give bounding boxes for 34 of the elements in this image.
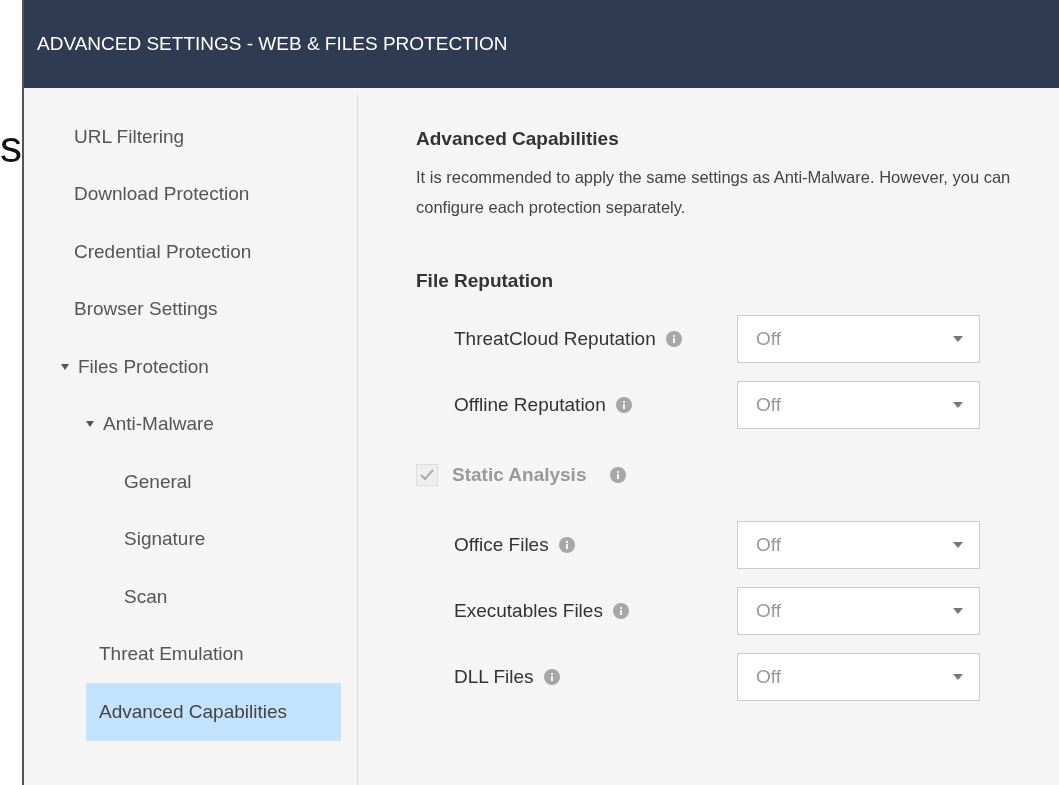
field-label: ThreatCloud Reputation: [454, 328, 656, 350]
sidebar-item[interactable]: Threat Emulation: [86, 625, 341, 683]
sidebar-item[interactable]: Scan: [111, 568, 341, 626]
window-title: ADVANCED SETTINGS - WEB & FILES PROTECTION: [37, 33, 508, 55]
sidebar-item[interactable]: Browser Settings: [61, 280, 341, 338]
info-icon: [665, 331, 682, 347]
caret-icon: [953, 402, 963, 408]
field-label: Executables Files: [454, 600, 603, 622]
info-icon: [610, 467, 627, 483]
caret-icon: [953, 674, 963, 680]
section-title: Advanced Capabilities: [416, 128, 620, 150]
checkbox-label: Static Analysis: [452, 464, 587, 486]
sidebar-item[interactable]: Signature: [111, 510, 341, 568]
sidebar-item[interactable]: General: [111, 453, 341, 511]
field-label: DLL Files: [454, 666, 534, 688]
info-icon: [543, 669, 560, 685]
background-text: s: [0, 122, 22, 172]
field-label: Office Files: [454, 534, 549, 556]
field-label: Offline Reputation: [454, 394, 606, 416]
sidebar-item[interactable]: Download Protection: [61, 165, 341, 223]
sidebar-item[interactable]: Files Protection: [47, 338, 341, 396]
sidebar-item[interactable]: Credential Protection: [61, 223, 341, 281]
caret-icon: [953, 542, 963, 548]
caret-icon: [953, 336, 963, 342]
description: It is recommended to apply the same settings as Anti-Malware. However, you can configure each protection separately.: [416, 167, 1012, 218]
info-icon: [612, 603, 629, 619]
sidebar-item[interactable]: Advanced Capabilities: [86, 683, 341, 741]
info-icon: [558, 537, 575, 553]
sidebar-item[interactable]: Anti-Malware: [72, 395, 341, 453]
sidebar-item[interactable]: URL Filtering: [61, 108, 341, 166]
caret-icon: [953, 608, 963, 614]
section-heading: File Reputation: [416, 270, 555, 292]
check-icon: [420, 469, 434, 481]
info-icon: [615, 397, 632, 413]
